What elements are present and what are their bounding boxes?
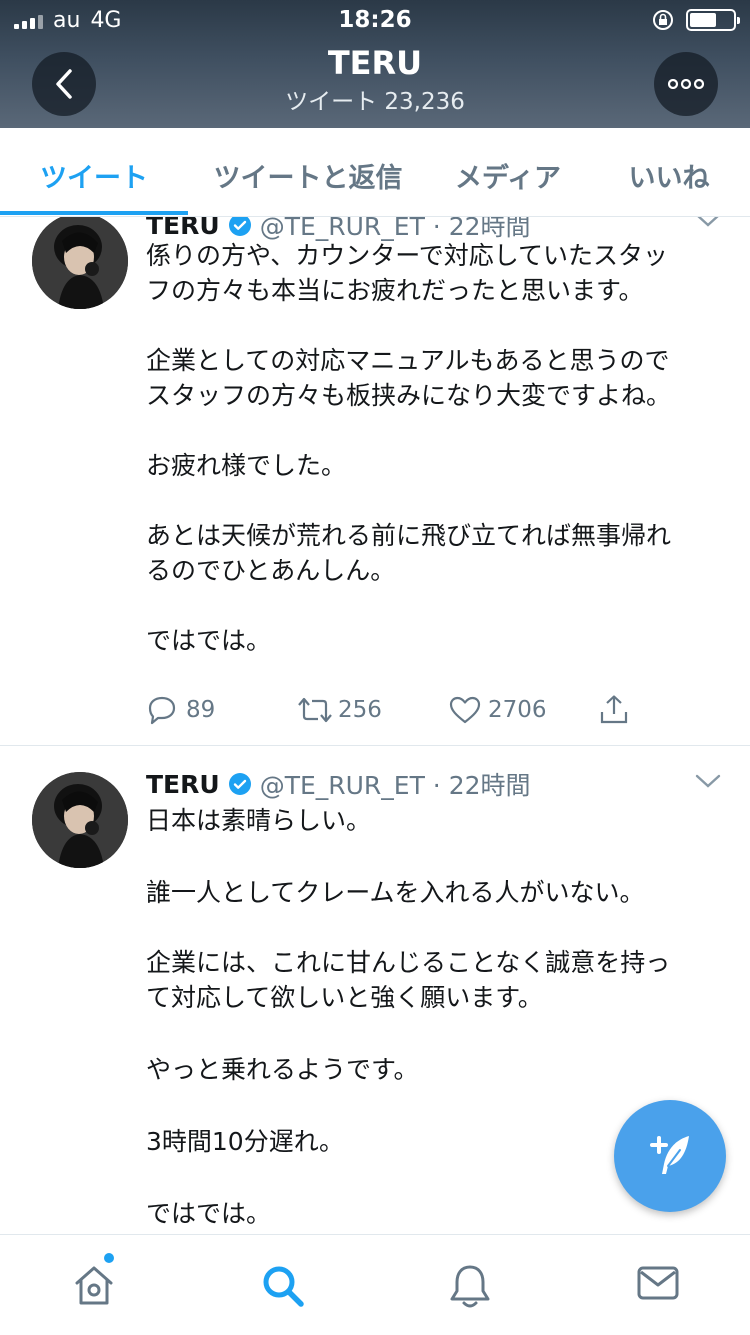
tweet-text-line: やっと乗れるようです。 [146,1055,419,1084]
tweet-text-line: 3時間10分遅れ。 [146,1127,344,1156]
home-icon [75,1266,113,1305]
like-count: 2706 [488,697,547,723]
status-time: 18:26 [338,7,412,33]
reply-button[interactable]: 89 [146,694,296,726]
search-icon [263,1266,304,1307]
messages-icon [637,1266,679,1300]
nav-notifications[interactable] [448,1263,492,1313]
display-name[interactable]: TERU [146,217,220,240]
retweet-icon [298,697,332,723]
reply-count: 89 [186,697,216,723]
page-title: TERU [327,44,423,82]
nav-messages[interactable] [636,1263,680,1307]
tweet-feed[interactable]: TERU @TE_RUR_ET · 22時間 係りの方や、カウンターで対応してい… [0,217,750,1234]
home-unread-dot [104,1253,114,1263]
share-icon [600,695,628,724]
tweet-text-line: るのでひとあんしん。 [146,556,396,585]
tweet-text-line: スタッフの方々も板挟みになり大変ですよね。 [146,381,672,410]
tweet-text-line: フの方々も本当にお疲れだったと思います。 [146,276,644,305]
handle-time: @TE_RUR_ET · 22時間 [259,771,531,800]
tab-media[interactable]: メディア [428,156,588,195]
notifications-icon [450,1265,490,1308]
tweet-text-line: 係りの方や、カウンターで対応していたスタッ [146,241,669,270]
tweet-text-line: あとは天候が荒れる前に飛び立てれば無事帰れ [146,521,672,550]
nav-search[interactable] [260,1263,306,1313]
more-button[interactable] [654,52,718,116]
more-dots-icon [668,79,704,89]
tweet-text-line: ではでは。 [146,626,272,655]
heart-icon [449,696,481,724]
battery-icon [686,9,740,31]
nav-home[interactable] [72,1263,116,1311]
tweet-text-line: お疲れ様でした。 [146,451,347,480]
reply-icon [148,696,176,725]
chevron-down-icon[interactable] [694,217,722,229]
tweet-text-line: 企業としての対応マニュアルもあると思うので [146,346,670,375]
active-tab-indicator [0,211,188,215]
tweet-meta: TERU @TE_RUR_ET · 22時間 [146,766,531,802]
status-bar: au 4G 18:26 [0,0,750,40]
verified-badge-icon [228,773,251,795]
chevron-down-icon[interactable] [694,772,722,790]
tweet-text-line: 日本は素晴らしい。 [146,806,372,835]
tab-likes[interactable]: いいね [588,156,750,195]
display-name[interactable]: TERU [146,770,220,799]
avatar[interactable] [32,217,128,309]
tweet-text-line: て対応して欲しいと強く願います。 [146,983,543,1012]
retweet-button[interactable]: 256 [296,694,448,726]
like-button[interactable]: 2706 [448,694,598,726]
retweet-count: 256 [338,697,382,723]
tweet-text-line: ではでは。 [146,1199,272,1228]
profile-tabs: ツイート ツイートと返信 メディア いいね [0,128,750,217]
verified-badge-icon [228,217,251,236]
tweet-divider [0,745,750,746]
share-button[interactable] [598,694,630,726]
compose-tweet-button[interactable] [614,1100,726,1212]
tweet-text-line: 誰一人としてクレームを入れる人がいない。 [146,878,645,907]
tab-tweets-replies[interactable]: ツイートと返信 [188,156,428,195]
compose-feather-icon [650,1136,689,1174]
profile-header: au 4G 18:26 TERU ツイート 23,236 [0,0,750,128]
tweet-count: ツイート 23,236 [285,89,465,115]
bottom-nav [0,1234,750,1335]
tab-tweets[interactable]: ツイート [0,156,188,195]
tweet-text-line: 企業には、これに甘んじることなく誠意を持っ [146,948,671,977]
avatar[interactable] [32,772,128,868]
orientation-lock-icon [653,10,673,30]
tweet-actions: 89 256 2706 [146,694,630,726]
